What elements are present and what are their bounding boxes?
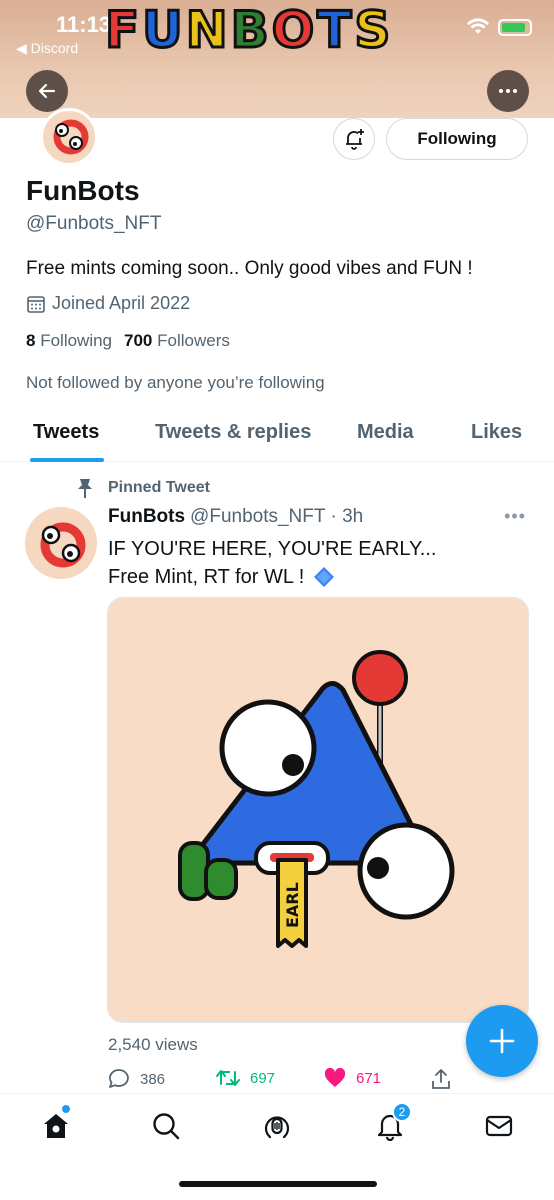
wifi-icon bbox=[467, 18, 489, 34]
tweet-more-icon[interactable]: ••• bbox=[504, 506, 526, 527]
tab-tweets[interactable]: Tweets bbox=[33, 421, 99, 444]
funbot-nft-illustration: EARL bbox=[178, 650, 455, 948]
nav-spaces[interactable] bbox=[259, 1108, 295, 1144]
nav-notifications[interactable]: 2 bbox=[372, 1102, 412, 1144]
funbot-avatar-image bbox=[53, 119, 89, 155]
retweet-count: 697 bbox=[250, 1069, 276, 1087]
tweet-time[interactable]: · 3h bbox=[331, 506, 364, 528]
profile-handle: @Funbots_NFT bbox=[26, 213, 162, 234]
tweet-author-avatar[interactable] bbox=[25, 507, 97, 579]
logo-letter: B bbox=[229, 1, 270, 59]
tab-likes[interactable]: Likes bbox=[471, 421, 522, 444]
home-icon bbox=[44, 1114, 68, 1138]
more-options-button[interactable] bbox=[487, 70, 529, 112]
pin-icon bbox=[78, 479, 92, 498]
logo-letter: O bbox=[270, 1, 316, 59]
home-unread-dot bbox=[62, 1105, 70, 1113]
bell-plus-icon bbox=[346, 129, 364, 150]
logo-letter: N bbox=[184, 1, 229, 59]
status-time: 11:13 bbox=[56, 12, 112, 37]
profile-bio: Free mints coming soon.. Only good vibes… bbox=[26, 258, 473, 279]
follow-counts: 8 Following 700 Followers bbox=[26, 331, 230, 351]
reply-button[interactable]: 386 bbox=[108, 1068, 165, 1090]
status-icons bbox=[466, 18, 532, 36]
tweet-header: FunBots @Funbots_NFT · 3h bbox=[108, 506, 363, 528]
tweet-text-line-2: Free Mint, RT for WL ! bbox=[108, 563, 508, 591]
tweet-media-image[interactable]: EARL bbox=[107, 597, 529, 1023]
nav-messages[interactable] bbox=[481, 1108, 517, 1144]
joined-label: Joined April 2022 bbox=[52, 293, 191, 313]
followers-count: 700 bbox=[124, 331, 153, 350]
tweet-views: 2,540 views bbox=[108, 1035, 198, 1054]
following-count: 8 bbox=[26, 331, 36, 350]
logo-letter: F bbox=[103, 1, 141, 59]
tab-tweets-replies[interactable]: Tweets & replies bbox=[155, 421, 311, 444]
followers-label: Followers bbox=[157, 331, 230, 350]
mutual-followers-note: Not followed by anyone you’re following bbox=[26, 373, 325, 392]
search-icon bbox=[153, 1113, 180, 1140]
tweet-actions: 386 697 671 bbox=[108, 1068, 458, 1090]
reply-icon bbox=[109, 1069, 129, 1088]
profile-tabs: Tweets Tweets & replies Media Likes bbox=[0, 415, 554, 462]
tab-media[interactable]: Media bbox=[357, 421, 414, 444]
pinned-indicator: Pinned Tweet bbox=[76, 477, 210, 499]
share-button[interactable] bbox=[430, 1068, 452, 1090]
tweet-text-line: Free Mint, RT for WL ! bbox=[108, 566, 305, 588]
nav-search[interactable] bbox=[148, 1108, 184, 1144]
notifications-toggle-button[interactable] bbox=[333, 118, 375, 160]
plus-icon bbox=[489, 1028, 515, 1054]
retweet-icon bbox=[216, 1070, 240, 1086]
tweet-author-handle[interactable]: @Funbots_NFT bbox=[190, 506, 325, 528]
followers-count-link[interactable]: 700 Followers bbox=[124, 331, 230, 351]
profile-avatar[interactable] bbox=[40, 108, 98, 166]
spaces-microphone-icon bbox=[264, 1116, 290, 1139]
following-count-link[interactable]: 8 Following bbox=[26, 331, 112, 351]
retweet-button[interactable]: 697 bbox=[216, 1068, 275, 1088]
home-indicator[interactable] bbox=[179, 1181, 377, 1187]
compose-tweet-button[interactable] bbox=[466, 1005, 538, 1077]
following-button[interactable]: Following bbox=[386, 118, 528, 160]
funbot-avatar-image bbox=[40, 522, 86, 568]
back-to-app-link[interactable]: ◀ Discord bbox=[16, 40, 78, 57]
ticket-text: EARL bbox=[283, 882, 302, 928]
share-icon bbox=[432, 1069, 450, 1089]
banner-logo: F U N B O T S bbox=[103, 0, 392, 60]
like-count: 671 bbox=[356, 1069, 382, 1087]
tweet-text-line: IF YOU'RE HERE, YOU'RE EARLY... bbox=[108, 538, 437, 560]
logo-letter: U bbox=[141, 1, 185, 59]
mail-icon bbox=[485, 1115, 513, 1137]
following-label: Following bbox=[40, 331, 113, 350]
profile-name: FunBots bbox=[26, 175, 140, 206]
active-tab-indicator bbox=[30, 458, 104, 462]
arrow-left-icon bbox=[38, 83, 56, 99]
like-button[interactable]: 671 bbox=[324, 1068, 381, 1088]
profile-banner[interactable]: 11:13 ◀ Discord F U N B O T S bbox=[0, 0, 554, 118]
reply-count: 386 bbox=[140, 1070, 166, 1088]
calendar-icon bbox=[27, 295, 45, 313]
logo-letter: T bbox=[316, 1, 353, 59]
tweet-text: IF YOU'RE HERE, YOU'RE EARLY... Free Min… bbox=[108, 535, 508, 591]
nav-home[interactable] bbox=[38, 1105, 74, 1144]
heart-filled-icon bbox=[324, 1068, 346, 1087]
more-horizontal-icon bbox=[499, 89, 517, 93]
logo-letter: S bbox=[353, 1, 392, 59]
pinned-label: Pinned Tweet bbox=[108, 479, 210, 496]
blue-diamond-emoji-icon bbox=[314, 567, 335, 587]
joined-date: Joined April 2022 bbox=[26, 293, 190, 314]
tweet-author-name[interactable]: FunBots bbox=[108, 506, 185, 528]
notifications-badge: 2 bbox=[392, 1102, 412, 1122]
battery-icon bbox=[498, 18, 532, 36]
back-button[interactable] bbox=[26, 70, 68, 112]
